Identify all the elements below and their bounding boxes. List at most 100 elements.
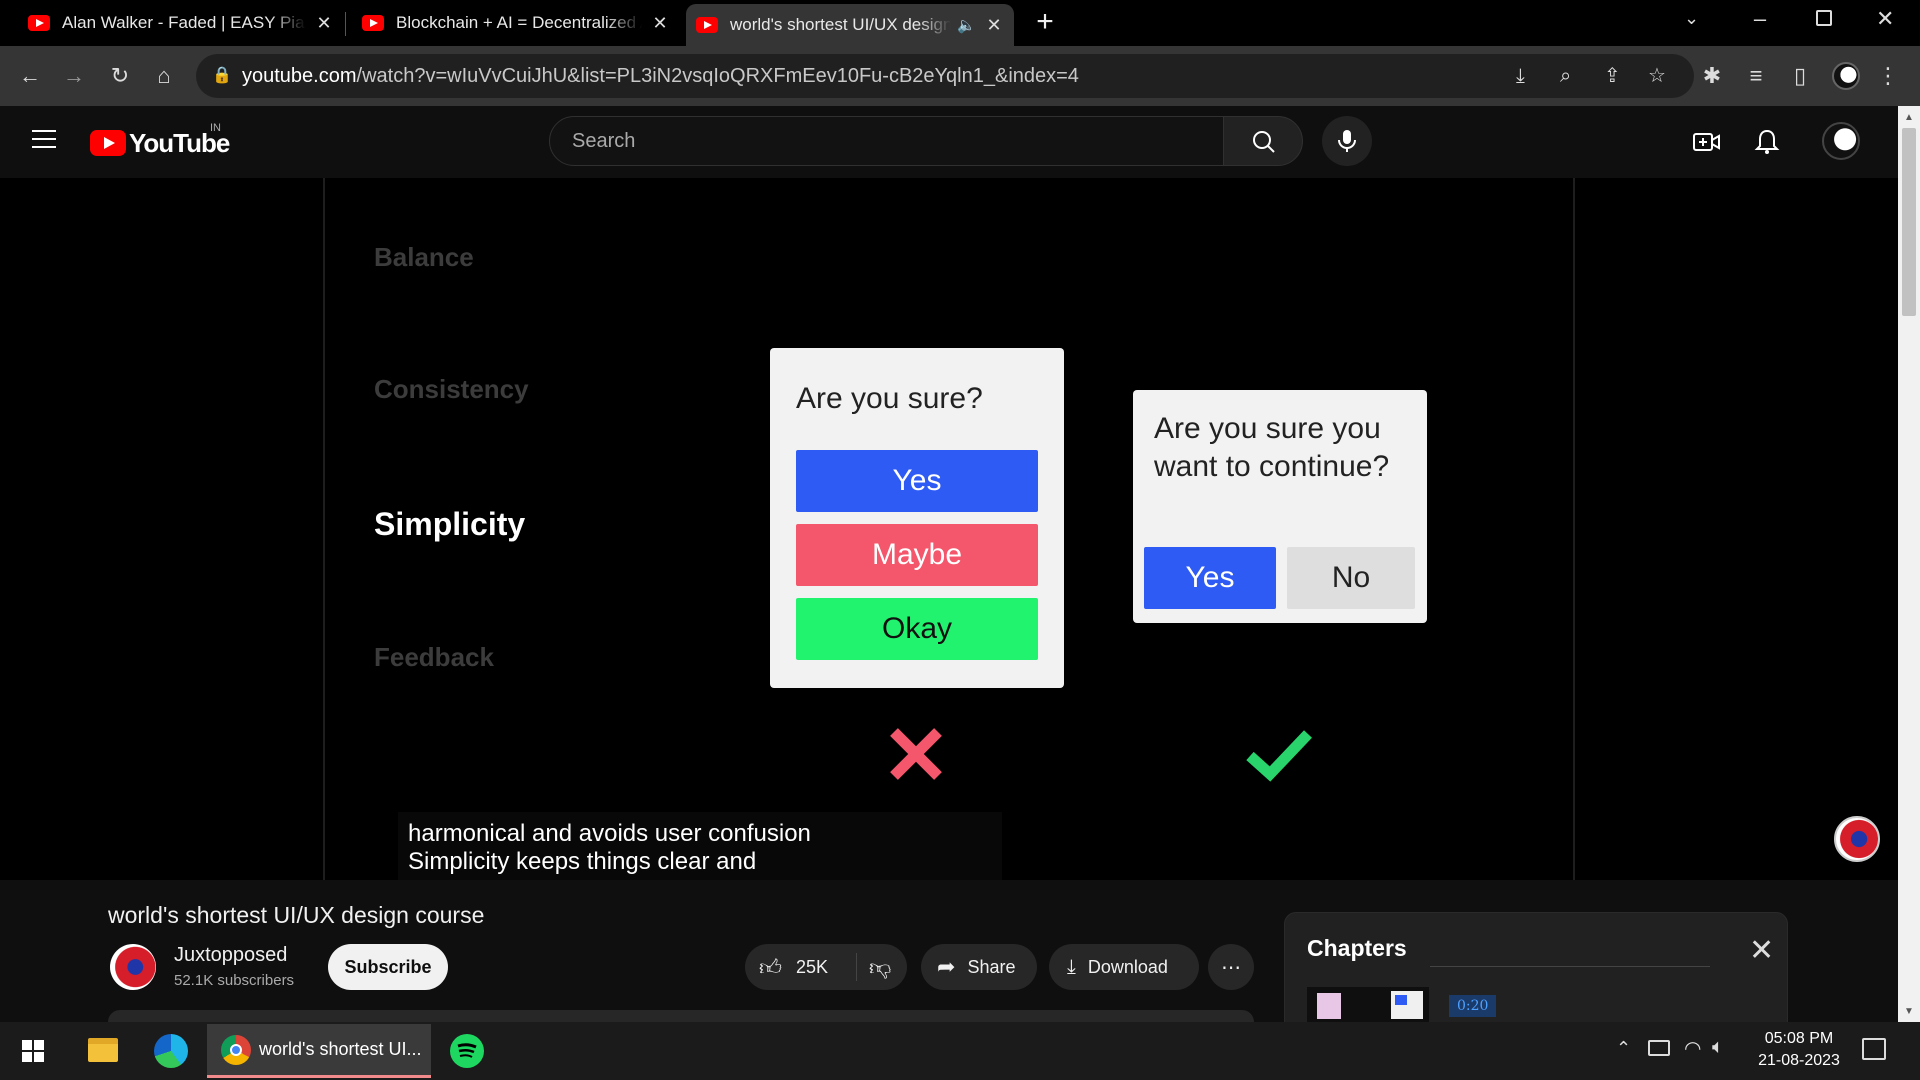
bookmark-star-icon[interactable]: ☆	[1648, 54, 1666, 98]
close-tab-icon[interactable]: ✕	[984, 15, 1004, 36]
browser-tab-strip: Alan Walker - Faded | EASY Piano ✕ Block…	[0, 0, 1920, 46]
clock-time: 05:08 PM	[1764, 1030, 1834, 1047]
more-actions-button[interactable]: ⋯	[1208, 944, 1254, 990]
tab-blockchain[interactable]: Blockchain + AI = Decentralized AI ✕	[352, 6, 680, 40]
close-chapters-icon[interactable]: ✕	[1749, 933, 1774, 968]
show-hidden-icons-chevron[interactable]: ⌃	[1616, 1038, 1631, 1059]
account-avatar[interactable]	[1822, 122, 1860, 160]
download-icon: ⤓	[1067, 955, 1076, 978]
region-code: IN	[210, 122, 221, 134]
forward-arrow-icon[interactable]: →	[56, 58, 92, 94]
caption-line-2: Simplicity keeps things clear and	[408, 848, 757, 875]
side-panel-icon[interactable]: ▯	[1782, 58, 1818, 94]
back-arrow-icon[interactable]: ←	[12, 58, 48, 94]
install-app-icon[interactable]: ⤓	[1516, 54, 1525, 98]
video-details: world's shortest UI/UX design course Jux…	[0, 880, 1898, 1042]
url-host: youtube.com	[242, 65, 357, 87]
taskbar-chrome-window[interactable]: world's shortest UI...	[207, 1024, 431, 1078]
address-bar[interactable]: 🔒 youtube.com/watch?v=wIuVvCuiJhU&list=P…	[196, 54, 1694, 98]
video-title: world's shortest UI/UX design course	[108, 902, 485, 928]
hamburger-menu-icon[interactable]	[32, 130, 56, 148]
close-tab-icon[interactable]: ✕	[650, 13, 670, 34]
restore-window-icon[interactable]	[1816, 10, 1832, 26]
battery-icon[interactable]	[1648, 1040, 1670, 1056]
home-icon[interactable]: ⌂	[146, 58, 182, 94]
tab-title: Blockchain + AI = Decentralized AI	[396, 13, 642, 32]
tab-title: world's shortest UI/UX design course	[730, 15, 952, 34]
youtube-logo-icon[interactable]	[90, 130, 126, 156]
edge-browser-icon[interactable]	[154, 1034, 188, 1068]
principle-simplicity: Simplicity	[374, 506, 526, 542]
minimize-icon[interactable]: –	[1748, 6, 1772, 32]
taskbar-window-title: world's shortest UI...	[259, 1039, 422, 1059]
description-box[interactable]	[108, 1010, 1254, 1022]
share-page-icon[interactable]: ⇪	[1604, 54, 1621, 98]
lock-icon[interactable]: 🔒	[212, 54, 232, 98]
voice-search-button[interactable]	[1322, 116, 1372, 166]
url-path: /watch?v=wIuVvCuiJhU&list=PL3iN2vsqIoQRX…	[356, 65, 1079, 87]
close-tab-icon[interactable]: ✕	[314, 13, 334, 34]
tab-search-chevron-icon[interactable]: ⌄	[1684, 8, 1699, 29]
audio-playing-icon[interactable]: 🔈	[957, 16, 976, 34]
wifi-icon[interactable]: ◠	[1684, 1036, 1701, 1061]
download-button[interactable]: ⤓ Download	[1049, 944, 1199, 990]
reload-icon[interactable]: ↻	[102, 58, 138, 94]
windows-start-icon[interactable]	[22, 1040, 44, 1062]
channel-watermark[interactable]	[1834, 816, 1880, 862]
chapter-timestamp[interactable]: 0:20	[1449, 995, 1497, 1017]
closed-caption: harmonical and avoids user confusion Sim…	[398, 812, 1002, 884]
dialog-no-button: No	[1287, 547, 1415, 609]
principle-feedback: Feedback	[374, 642, 494, 672]
zoom-icon[interactable]: ⌕	[1560, 54, 1571, 98]
principle-balance: Balance	[374, 242, 474, 272]
scroll-up-arrow-icon[interactable]: ▲	[1904, 112, 1914, 123]
chrome-icon	[221, 1034, 251, 1065]
caption-line-1: harmonical and avoids user confusion	[408, 820, 811, 847]
volume-icon[interactable]: 🔈︎	[1712, 1036, 1724, 1059]
bad-example-dialog: Are you sure? Yes Maybe Okay	[770, 348, 1064, 688]
media-controls-icon[interactable]: ≡	[1738, 58, 1774, 94]
chrome-menu-icon[interactable]: ⋮	[1870, 58, 1906, 94]
like-dislike-group: 👍︎ 25K 👎︎	[745, 944, 907, 990]
video-player[interactable]: Balance Consistency Simplicity Feedback …	[0, 178, 1898, 884]
file-explorer-icon[interactable]	[88, 1038, 118, 1062]
close-window-icon[interactable]: ✕	[1876, 6, 1894, 32]
page-scrollbar[interactable]: ▲ ▼	[1898, 106, 1920, 1022]
notification-center-icon[interactable]	[1862, 1038, 1886, 1060]
chapters-heading: Chapters	[1307, 935, 1407, 961]
share-arrow-icon: ➦	[937, 954, 956, 979]
dialog-question: Are you sure you want to continue?	[1154, 410, 1389, 486]
dialog-maybe-button: Maybe	[796, 524, 1038, 586]
new-tab-icon[interactable]: +	[1030, 7, 1060, 38]
thumbs-up-icon: 👍︎	[759, 954, 782, 980]
channel-name[interactable]: Juxtopposed	[174, 944, 287, 967]
dialog-okay-button: Okay	[796, 598, 1038, 660]
create-video-icon[interactable]	[1692, 128, 1722, 156]
profile-avatar[interactable]	[1832, 62, 1860, 90]
search-input[interactable]: Search	[549, 116, 1225, 166]
taskbar-clock[interactable]: 05:08 PM 21-08-2023	[1750, 1028, 1848, 1072]
extensions-puzzle-icon[interactable]: ✱	[1694, 58, 1730, 94]
clock-date: 21-08-2023	[1758, 1052, 1840, 1069]
spotify-icon[interactable]	[450, 1034, 484, 1068]
chapter-thumbnail[interactable]	[1307, 987, 1429, 1027]
tab-uiux-course[interactable]: world's shortest UI/UX design course 🔈 ✕	[686, 4, 1014, 46]
notifications-bell-icon[interactable]	[1754, 128, 1780, 156]
channel-avatar[interactable]	[110, 944, 156, 990]
thumbs-down-icon[interactable]: 👎︎	[869, 954, 891, 981]
correct-checkmark-icon	[1244, 728, 1314, 784]
search-button[interactable]	[1223, 116, 1303, 166]
tab-separator	[345, 12, 346, 36]
subscribe-button[interactable]: Subscribe	[328, 944, 448, 990]
dialog-question-line1: Are you sure you	[1154, 412, 1381, 445]
like-button[interactable]: 👍︎ 25K	[745, 953, 857, 981]
scrollbar-thumb[interactable]	[1902, 128, 1916, 316]
youtube-header: YouTube IN Search	[0, 106, 1898, 178]
share-button[interactable]: ➦ Share	[921, 944, 1037, 990]
tab-alan-walker[interactable]: Alan Walker - Faded | EASY Piano ✕	[18, 6, 344, 40]
scroll-down-arrow-icon[interactable]: ▼	[1904, 1006, 1914, 1017]
windows-taskbar: world's shortest UI... ⌃ ◠ 🔈︎ 05:08 PM 2…	[0, 1022, 1920, 1080]
more-dots-icon: ⋯	[1221, 956, 1241, 979]
download-label: Download	[1087, 956, 1168, 977]
microphone-icon	[1338, 130, 1356, 152]
